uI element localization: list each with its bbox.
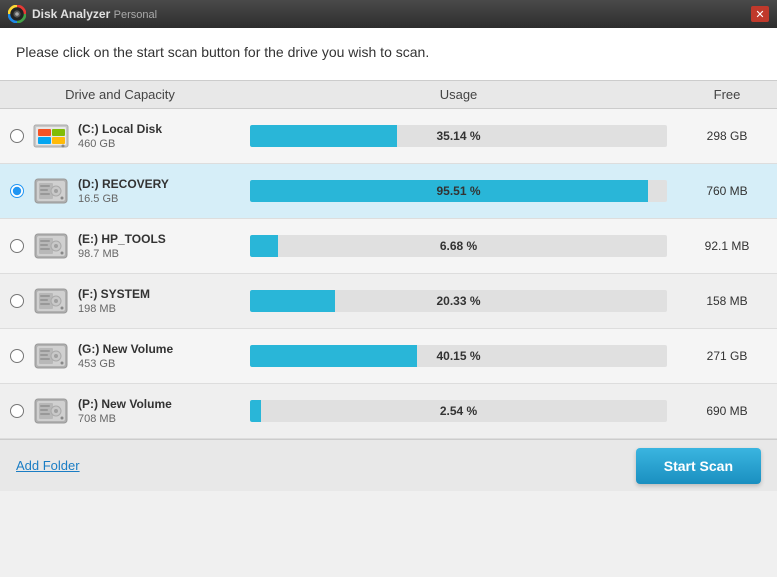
drive-radio-f[interactable] xyxy=(10,294,24,308)
footer: Add Folder Start Scan xyxy=(0,439,777,491)
drive-icon-f xyxy=(32,282,70,320)
drive-info-cell: (D:) RECOVERY 16.5 GB xyxy=(0,164,240,219)
add-folder-button[interactable]: Add Folder xyxy=(16,458,80,473)
usage-bar-fill xyxy=(250,235,278,257)
drive-free-label: 92.1 MB xyxy=(677,219,777,274)
start-scan-button[interactable]: Start Scan xyxy=(636,448,761,484)
main-content: Please click on the start scan button fo… xyxy=(0,28,777,80)
drive-radio-d[interactable] xyxy=(10,184,24,198)
close-button[interactable]: ✕ xyxy=(751,6,769,22)
drive-usage-cell: 20.33 % xyxy=(240,274,677,329)
usage-bar-fill xyxy=(250,400,261,422)
table-row[interactable]: (C:) Local Disk 460 GB 35.14 % 298 GB xyxy=(0,109,777,164)
drive-usage-cell: 2.54 % xyxy=(240,384,677,439)
usage-bar-container: 40.15 % xyxy=(250,345,667,367)
instruction-text: Please click on the start scan button fo… xyxy=(16,44,761,72)
drive-usage-cell: 6.68 % xyxy=(240,219,677,274)
usage-bar-container: 2.54 % xyxy=(250,400,667,422)
table-row[interactable]: (E:) HP_TOOLS 98.7 MB 6.68 % 92.1 MB xyxy=(0,219,777,274)
drive-capacity-label: 460 GB xyxy=(78,138,162,150)
drive-free-label: 158 MB xyxy=(677,274,777,329)
drive-free-label: 271 GB xyxy=(677,329,777,384)
drive-name-label: (C:) Local Disk xyxy=(78,122,162,136)
header-drive: Drive and Capacity xyxy=(0,81,240,109)
app-title: Disk Analyzer Personal xyxy=(32,7,157,21)
table-row[interactable]: (G:) New Volume 453 GB 40.15 % 271 GB xyxy=(0,329,777,384)
app-logo-icon xyxy=(8,5,26,23)
usage-label: 20.33 % xyxy=(436,294,480,308)
drive-info-cell: (C:) Local Disk 460 GB xyxy=(0,109,240,164)
usage-bar-container: 20.33 % xyxy=(250,290,667,312)
usage-label: 6.68 % xyxy=(440,239,477,253)
drive-name-label: (F:) SYSTEM xyxy=(78,287,150,301)
drive-name-label: (P:) New Volume xyxy=(78,397,172,411)
usage-bar-container: 35.14 % xyxy=(250,125,667,147)
drive-capacity-label: 16.5 GB xyxy=(78,193,169,205)
drive-table-wrapper: Drive and Capacity Usage Free (C:) Local… xyxy=(0,80,777,439)
drive-capacity-label: 198 MB xyxy=(78,303,150,315)
drive-name-label: (E:) HP_TOOLS xyxy=(78,232,166,246)
drive-icon-e xyxy=(32,227,70,265)
drive-capacity-label: 708 MB xyxy=(78,413,172,425)
drive-capacity-label: 453 GB xyxy=(78,358,173,370)
drive-info-cell: (P:) New Volume 708 MB xyxy=(0,384,240,439)
drive-icon-g xyxy=(32,337,70,375)
drive-usage-cell: 35.14 % xyxy=(240,109,677,164)
usage-label: 2.54 % xyxy=(440,404,477,418)
usage-bar-fill xyxy=(250,125,397,147)
usage-label: 95.51 % xyxy=(436,184,480,198)
drive-icon-c xyxy=(32,117,70,155)
drive-radio-g[interactable] xyxy=(10,349,24,363)
drive-info-cell: (E:) HP_TOOLS 98.7 MB xyxy=(0,219,240,274)
table-row[interactable]: (D:) RECOVERY 16.5 GB 95.51 % 760 MB xyxy=(0,164,777,219)
table-row[interactable]: (P:) New Volume 708 MB 2.54 % 690 MB xyxy=(0,384,777,439)
header-free: Free xyxy=(677,81,777,109)
table-header: Drive and Capacity Usage Free xyxy=(0,81,777,109)
drive-table: Drive and Capacity Usage Free (C:) Local… xyxy=(0,80,777,439)
header-usage: Usage xyxy=(240,81,677,109)
usage-bar-fill xyxy=(250,290,335,312)
drive-icon-p xyxy=(32,392,70,430)
usage-bar-container: 6.68 % xyxy=(250,235,667,257)
drive-info-cell: (G:) New Volume 453 GB xyxy=(0,329,240,384)
usage-label: 35.14 % xyxy=(436,129,480,143)
table-row[interactable]: (F:) SYSTEM 198 MB 20.33 % 158 MB xyxy=(0,274,777,329)
title-bar: Disk Analyzer Personal ✕ xyxy=(0,0,777,28)
usage-label: 40.15 % xyxy=(436,349,480,363)
drive-free-label: 760 MB xyxy=(677,164,777,219)
drive-free-label: 298 GB xyxy=(677,109,777,164)
drive-free-label: 690 MB xyxy=(677,384,777,439)
drive-name-label: (G:) New Volume xyxy=(78,342,173,356)
drive-info-cell: (F:) SYSTEM 198 MB xyxy=(0,274,240,329)
drive-icon-d xyxy=(32,172,70,210)
drive-radio-p[interactable] xyxy=(10,404,24,418)
drive-name-label: (D:) RECOVERY xyxy=(78,177,169,191)
drive-radio-c[interactable] xyxy=(10,129,24,143)
usage-bar-container: 95.51 % xyxy=(250,180,667,202)
usage-bar-fill xyxy=(250,345,417,367)
title-bar-left: Disk Analyzer Personal xyxy=(8,5,157,23)
drive-usage-cell: 40.15 % xyxy=(240,329,677,384)
drive-capacity-label: 98.7 MB xyxy=(78,248,166,260)
drive-radio-e[interactable] xyxy=(10,239,24,253)
drive-usage-cell: 95.51 % xyxy=(240,164,677,219)
